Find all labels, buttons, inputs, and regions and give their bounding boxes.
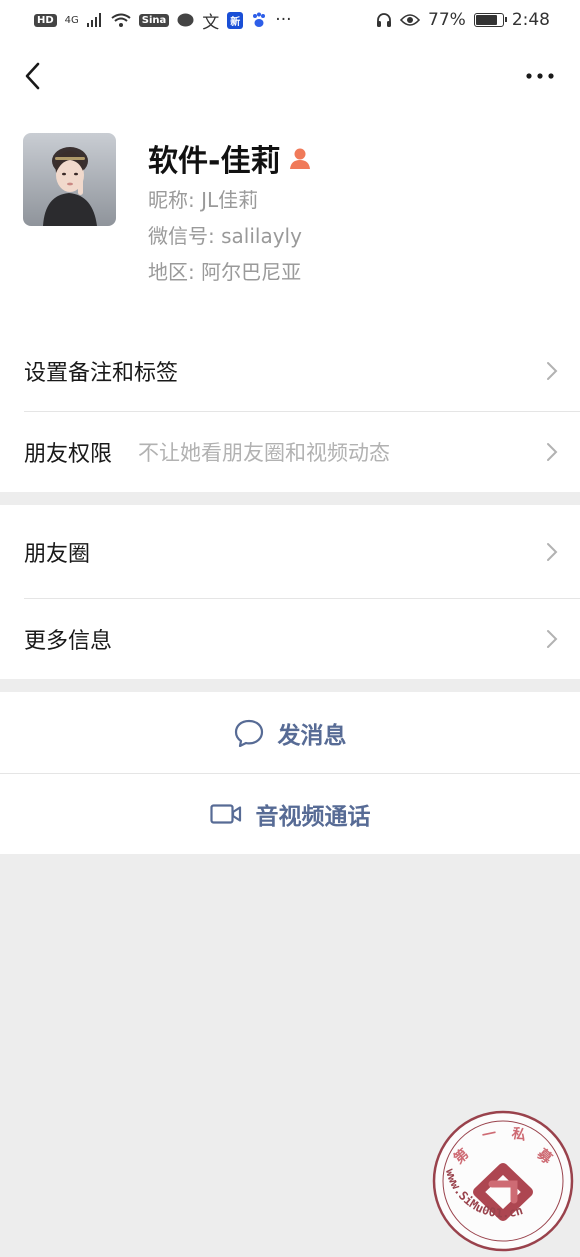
video-call-label: 音视频通话 (255, 803, 371, 830)
contact-name: 软件-佳莉 (148, 144, 281, 179)
chevron-left-icon (25, 62, 40, 90)
send-message-button[interactable]: 发消息 (0, 692, 580, 773)
watermark-stamp: 第 一 私 募 www.SiMu001.cn (432, 1110, 574, 1252)
chevron-right-icon (547, 629, 558, 648)
watermark-url: www.SiMu001.cn (443, 1167, 525, 1220)
watermark-url-arc: www.SiMu001.cn (443, 1167, 525, 1220)
friend-permission-desc: 不让她看朋友圈和视频动态 (138, 440, 391, 465)
send-message-label: 发消息 (277, 722, 347, 749)
chat-bubble-icon (234, 719, 263, 747)
nav-bar (0, 40, 580, 112)
friend-permission-cell[interactable]: 朋友权限 不让她看朋友圈和视频动态 (0, 411, 580, 492)
wifi-icon (111, 13, 131, 27)
avatar[interactable] (23, 133, 116, 226)
moments-cell[interactable]: 朋友圈 (0, 505, 580, 598)
video-call-button[interactable]: 音视频通话 (0, 773, 580, 854)
profile-card: 软件-佳莉 昵称: JL佳莉 微信号: salilayly 地区: 阿尔巴尼亚 (0, 112, 580, 330)
more-options-button[interactable] (518, 56, 562, 96)
avatar-photo (23, 133, 116, 226)
clock: 2:48 (511, 10, 550, 30)
info-group: 朋友圈 更多信息 (0, 505, 580, 679)
chat-bubble-icon (177, 13, 194, 26)
battery-percent: 77% (428, 10, 466, 30)
translate-icon: 文 (202, 12, 220, 33)
chevron-right-icon (547, 542, 558, 561)
hd-icon: HD (34, 13, 57, 27)
network-type: 4G (64, 14, 79, 26)
nickname: 昵称: JL佳莉 (148, 188, 259, 212)
more-notifications-icon: ··· (275, 10, 292, 30)
signal-icon (86, 13, 101, 27)
status-bar-right: 77% 2:48 (376, 10, 550, 30)
battery-icon (473, 13, 507, 27)
wechat-id: 微信号: salilayly (148, 224, 302, 248)
chevron-right-icon (547, 442, 558, 461)
back-button[interactable] (12, 54, 52, 98)
status-bar: HD 4G Sina 文 新 ··· 77% 2:48 (0, 0, 580, 40)
svg-text:www.SiMu001.cn: www.SiMu001.cn (443, 1167, 525, 1220)
remark-tags-cell[interactable]: 设置备注和标签 (0, 330, 580, 411)
headphone-icon (377, 13, 392, 27)
region: 地区: 阿尔巴尼亚 (148, 260, 302, 284)
ellipsis-icon (526, 73, 554, 79)
app-notification-icon: 新 (227, 11, 244, 29)
moments-label: 朋友圈 (24, 541, 91, 567)
settings-group: 设置备注和标签 朋友权限 不让她看朋友圈和视频动态 (0, 330, 580, 492)
eye-icon (400, 14, 421, 26)
female-user-icon (290, 148, 311, 169)
name-row: 软件-佳莉 (148, 136, 312, 180)
weibo-app-icon: Sina (138, 13, 170, 27)
battery-fill (475, 15, 498, 25)
status-bar-left: HD 4G Sina 文 新 ··· (34, 8, 292, 33)
more-info-cell[interactable]: 更多信息 (0, 598, 580, 679)
chevron-right-icon (547, 361, 558, 380)
friend-permission-label: 朋友权限 (24, 441, 113, 467)
action-group: 发消息 音视频通话 (0, 692, 580, 854)
baidu-paw-icon (253, 12, 266, 27)
video-camera-icon (209, 803, 241, 824)
remark-tags-label: 设置备注和标签 (24, 360, 179, 386)
more-info-label: 更多信息 (24, 628, 113, 654)
